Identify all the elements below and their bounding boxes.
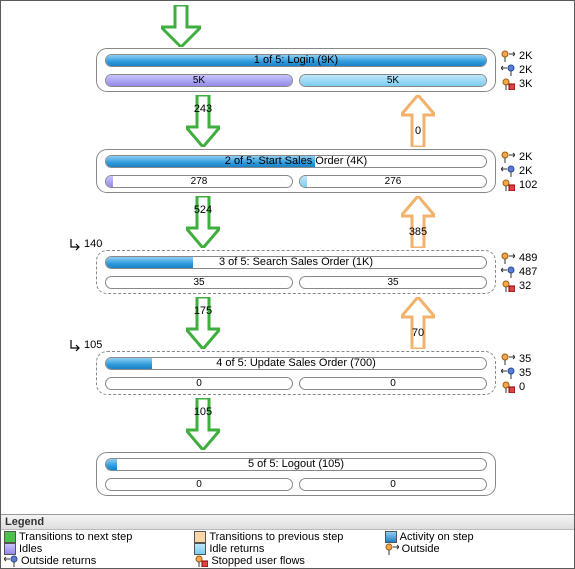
legend-item-outside-returns: Outside returns	[3, 555, 191, 567]
idle-bar: 0	[105, 478, 293, 491]
step-side-metrics-2: 2K2K102	[501, 150, 561, 192]
step-box-5[interactable]: 5 of 5: Logout (105) 00	[96, 452, 496, 496]
metric-outside-return: 487	[519, 265, 537, 279]
step-title: 4 of 5: Update Sales Order (700)	[97, 357, 495, 369]
transition-next-3: 175	[186, 297, 220, 349]
step-box-4[interactable]: 4 of 5: Update Sales Order (700) 00	[96, 351, 496, 395]
outside-return-icon	[501, 64, 515, 76]
legend: Legend Transitions to next step Transiti…	[1, 514, 574, 568]
entry-arrow: 3K	[161, 5, 228, 51]
legend-item-stopped: Stopped user flows	[193, 555, 381, 567]
metric-outside-return: 35	[519, 366, 531, 380]
legend-item-activity: Activity on step	[384, 531, 572, 543]
legend-item-idles: Idles	[3, 543, 191, 555]
step-title: 2 of 5: Start Sales Order (4K)	[97, 155, 495, 167]
metric-outside: 2K	[519, 49, 532, 63]
metric-stopped: 3K	[519, 77, 532, 91]
return-arrow-icon	[69, 237, 83, 251]
stopped-icon	[501, 280, 515, 292]
legend-item-next: Transitions to next step	[3, 531, 191, 543]
idle-bar: 278	[105, 175, 293, 188]
idle-return-bar: 276	[299, 175, 487, 188]
transition-next-1: 243	[186, 95, 220, 147]
transition-next-4: 105	[186, 398, 220, 450]
legend-item-prev: Transitions to previous step	[193, 531, 381, 543]
idle-return-bar: 0	[299, 377, 487, 390]
transition-next-2: 524	[186, 196, 220, 248]
return-arrow-icon	[69, 338, 83, 352]
metric-outside-return: 2K	[519, 164, 532, 178]
step-title: 3 of 5: Search Sales Order (1K)	[97, 256, 495, 268]
outside-return-icon	[501, 165, 515, 177]
stopped-icon	[501, 179, 515, 191]
transition-prev-3: 70	[401, 297, 435, 349]
outside-icon	[501, 353, 515, 365]
outside-icon	[501, 151, 515, 163]
step-side-metrics-1: 2K2K3K	[501, 49, 561, 91]
legend-item-outside: Outside	[384, 543, 572, 555]
transition-prev-1: 0	[401, 95, 435, 147]
outside-icon	[501, 50, 515, 62]
idle-return-bar: 5K	[299, 74, 487, 87]
stopped-icon	[194, 555, 208, 567]
step-title: 5 of 5: Logout (105)	[97, 458, 495, 470]
idle-bar: 0	[105, 377, 293, 390]
metric-outside: 489	[519, 251, 537, 265]
outside-return-marker-1: 140	[69, 237, 102, 251]
transition-prev-2: 385	[401, 196, 435, 248]
legend-item-idle-returns: Idle returns	[193, 543, 381, 555]
outside-return-icon	[4, 555, 18, 567]
idle-return-bar: 0	[299, 478, 487, 491]
legend-title: Legend	[1, 515, 574, 530]
outside-icon	[385, 543, 399, 555]
step-box-1[interactable]: 1 of 5: Login (9K) 5K 5K	[96, 48, 496, 92]
outside-return-icon	[501, 266, 515, 278]
step-side-metrics-3: 48948732	[501, 251, 561, 293]
metric-outside: 35	[519, 352, 531, 366]
idle-bar: 35	[105, 276, 293, 289]
metric-outside: 2K	[519, 150, 532, 164]
flow-canvas: 3K 1 of 5: Login (9K)5K5K2K2K3K2 of 5: S…	[1, 1, 574, 506]
stopped-icon	[501, 381, 515, 393]
metric-stopped: 32	[519, 279, 531, 293]
metric-stopped: 0	[519, 380, 525, 394]
idle-bar: 5K	[105, 74, 293, 87]
stopped-icon	[501, 78, 515, 90]
outside-return-marker-2: 105	[69, 338, 102, 352]
idle-return-bar: 35	[299, 276, 487, 289]
outside-return-icon	[501, 367, 515, 379]
metric-outside-return: 2K	[519, 63, 532, 77]
outside-icon	[501, 252, 515, 264]
step-side-metrics-4: 35350	[501, 352, 561, 394]
step-box-3[interactable]: 3 of 5: Search Sales Order (1K) 35 35	[96, 250, 496, 294]
step-box-2[interactable]: 2 of 5: Start Sales Order (4K) 278 276	[96, 149, 496, 193]
step-title: 1 of 5: Login (9K)	[97, 54, 495, 66]
metric-stopped: 102	[519, 178, 537, 192]
